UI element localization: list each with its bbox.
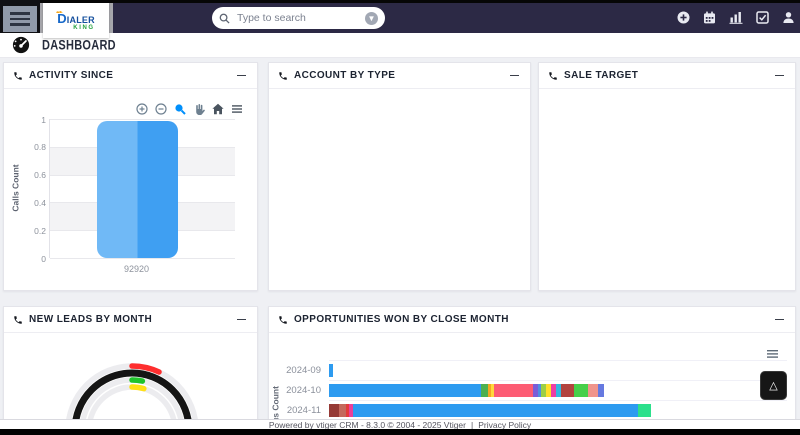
bar-segment[interactable]: [329, 364, 333, 377]
footer: Powered by vtiger CRM - 8.3.0 © 2004 - 2…: [0, 419, 800, 429]
y-tick-label: 0.4: [34, 198, 46, 208]
menu-icon[interactable]: [231, 103, 243, 115]
dashboard-gauge-icon: [10, 36, 32, 54]
selection-zoom-icon[interactable]: [174, 103, 186, 115]
bottom-black-strip: [0, 429, 800, 435]
hamburger-menu-icon[interactable]: [3, 6, 37, 32]
calls-bar[interactable]: [97, 121, 178, 258]
breadcrumb: DASHBOARD: [0, 33, 800, 58]
x-axis-label: 92920: [96, 264, 177, 274]
global-search[interactable]: ▼: [212, 7, 385, 29]
bar-chart-icon[interactable]: [729, 11, 743, 24]
widget-title: ACTIVITY SINCE: [29, 70, 228, 81]
radial-arc: [132, 387, 144, 389]
footer-separator: |: [471, 420, 473, 430]
gridline: [329, 400, 787, 401]
zoom-out-icon[interactable]: [155, 103, 167, 115]
widget-sale-target: SALE TARGET: [538, 62, 796, 291]
gridline: [329, 360, 787, 361]
vtiger-dashboard-page: DIALER KING ▼: [0, 0, 800, 435]
stacked-bar-row[interactable]: [329, 404, 651, 417]
y-tick-label: 0.2: [34, 226, 46, 236]
collapse-icon[interactable]: [234, 313, 248, 327]
search-icon: [219, 13, 230, 24]
widget-activity-since: ACTIVITY SINCE: [3, 62, 258, 291]
triangle-up-icon: △: [769, 379, 777, 392]
widget-header: OPPORTUNITIES WON BY CLOSE MONTH: [269, 307, 795, 333]
home-icon[interactable]: [212, 103, 224, 115]
stacked-bar-row[interactable]: [329, 364, 333, 377]
menu-icon[interactable]: [766, 348, 779, 360]
bar-segment[interactable]: [329, 404, 339, 417]
y-tick-label: 0: [41, 254, 46, 264]
collapse-icon[interactable]: [234, 69, 248, 83]
calls-bar-chart: [49, 119, 235, 258]
search-input[interactable]: [235, 11, 360, 25]
collapse-icon[interactable]: [772, 313, 786, 327]
widget-title: SALE TARGET: [564, 70, 766, 81]
phone-icon: [13, 71, 23, 81]
widget-new-leads-by-month: NEW LEADS BY MONTH: [3, 306, 258, 435]
bar-segment[interactable]: [339, 404, 346, 417]
page-title: DASHBOARD: [42, 37, 116, 52]
bar-segment[interactable]: [588, 384, 598, 397]
bar-segment[interactable]: [561, 384, 574, 397]
phone-icon: [278, 315, 288, 325]
collapse-icon[interactable]: [772, 69, 786, 83]
phone-icon: [278, 71, 288, 81]
topnav-icon-group: [677, 11, 795, 24]
gridline: [50, 258, 235, 259]
phone-icon: [548, 71, 558, 81]
widget-header: NEW LEADS BY MONTH: [4, 307, 257, 333]
gridline: [329, 380, 787, 381]
y-category-label: 2024-09: [269, 365, 323, 376]
bar-segment[interactable]: [353, 404, 638, 417]
plus-circle-icon[interactable]: [677, 11, 690, 24]
phone-icon: [13, 315, 23, 325]
top-navbar: ▼: [113, 3, 800, 33]
bar-segment[interactable]: [494, 384, 533, 397]
y-category-label: 2024-11: [269, 405, 323, 416]
y-axis-ticks: 00.20.40.60.81: [16, 119, 46, 258]
widget-header: ACCOUNT BY TYPE: [269, 63, 530, 89]
privacy-policy-link[interactable]: Privacy Policy: [478, 420, 531, 430]
bar-segment[interactable]: [638, 404, 651, 417]
bar-segment[interactable]: [329, 384, 481, 397]
gridline: [50, 119, 235, 120]
y-category-label: 2024-10: [269, 385, 323, 396]
widget-title: ACCOUNT BY TYPE: [294, 70, 501, 81]
chart-toolbar: [766, 347, 779, 365]
chart-toolbar: [136, 103, 243, 115]
collapse-icon[interactable]: [507, 69, 521, 83]
bar-segment[interactable]: [574, 384, 588, 397]
widget-header: SALE TARGET: [539, 63, 795, 89]
bar-segment[interactable]: [598, 384, 604, 397]
widget-opportunities-won: OPPORTUNITIES WON BY CLOSE MONTH us Coun…: [268, 306, 796, 435]
search-scope-chevron-icon[interactable]: ▼: [365, 12, 378, 25]
brand-name-bottom: KING: [73, 25, 94, 31]
scroll-to-top-button[interactable]: △: [760, 371, 787, 400]
tasks-icon[interactable]: [756, 11, 769, 24]
brand-name-top: DIALER: [57, 14, 95, 25]
zoom-in-icon[interactable]: [136, 103, 148, 115]
y-tick-label: 1: [41, 115, 46, 125]
bar-segment[interactable]: [481, 384, 488, 397]
widget-title: OPPORTUNITIES WON BY CLOSE MONTH: [294, 314, 766, 325]
stacked-bar-row[interactable]: [329, 384, 604, 397]
user-icon[interactable]: [782, 11, 795, 24]
radial-arc: [132, 380, 142, 381]
footer-powered-text: Powered by vtiger CRM - 8.3.0 © 2004 - 2…: [269, 420, 466, 430]
calendar-icon[interactable]: [703, 11, 716, 24]
brand-logo[interactable]: DIALER KING: [43, 3, 109, 38]
y-tick-label: 0.8: [34, 142, 46, 152]
pan-hand-icon[interactable]: [193, 103, 205, 115]
widget-title: NEW LEADS BY MONTH: [29, 314, 228, 325]
y-tick-label: 0.6: [34, 170, 46, 180]
widget-account-by-type: ACCOUNT BY TYPE: [268, 62, 531, 291]
widget-header: ACTIVITY SINCE: [4, 63, 257, 89]
hamburger-zone: [0, 0, 40, 33]
